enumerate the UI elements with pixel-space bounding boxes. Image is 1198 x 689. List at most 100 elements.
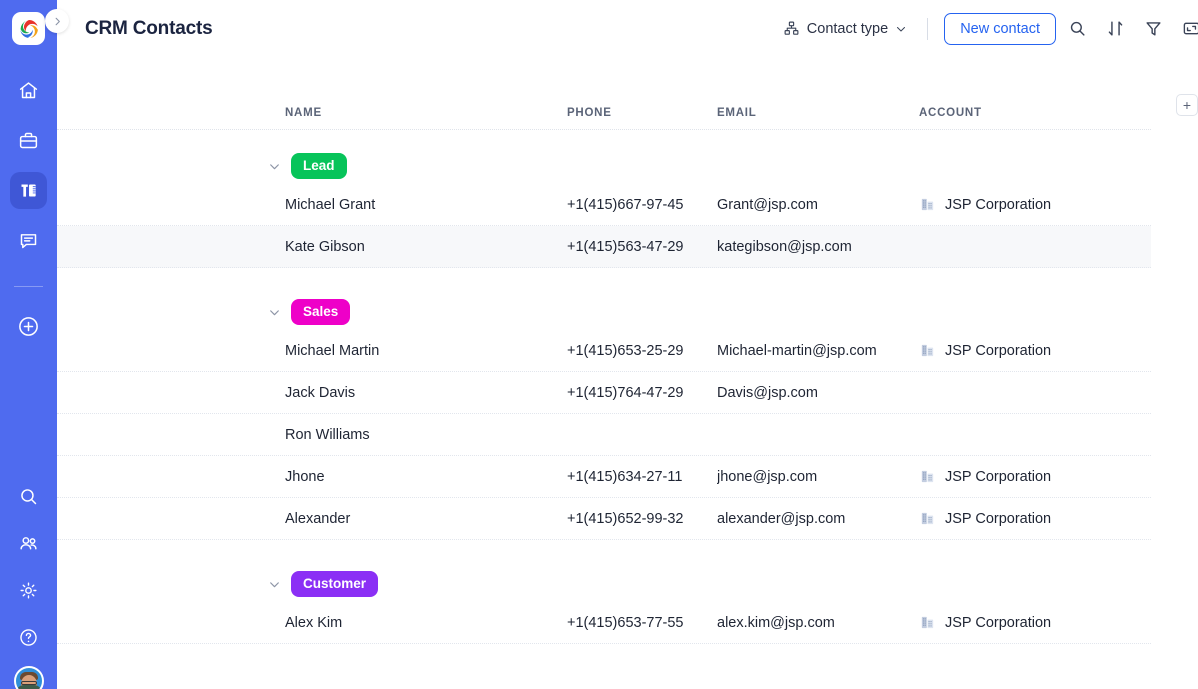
column-header-name[interactable]: NAME <box>285 107 567 119</box>
contacts-table: NAME PHONE EMAIL ACCOUNT + Lead Michael G… <box>57 94 1198 644</box>
building-icon <box>921 512 934 525</box>
search-icon <box>1070 21 1085 36</box>
cell-account: JSP Corporation <box>919 468 1143 485</box>
cell-name: Jhone <box>285 468 325 485</box>
user-avatar[interactable] <box>13 666 44 689</box>
cell-phone: +1(415)667-97-45 <box>567 196 684 213</box>
group-collapse-toggle[interactable] <box>267 577 281 591</box>
sidebar-item-home[interactable] <box>10 72 47 109</box>
sidebar-item-search[interactable] <box>10 478 47 515</box>
cell-email: alex.kim@jsp.com <box>717 614 835 631</box>
table-row[interactable]: Michael Grant +1(415)667-97-45 Grant@jsp.c… <box>57 184 1151 226</box>
group-badge[interactable]: Sales <box>291 299 351 325</box>
chevron-down-icon <box>269 581 279 587</box>
group-badge[interactable]: Lead <box>291 153 347 179</box>
cell-name: Michael Grant <box>285 196 376 213</box>
chevron-right-icon <box>55 17 60 25</box>
chevron-down-icon <box>897 26 906 31</box>
app-logo-swirl-icon <box>19 19 38 38</box>
cell-email: Grant@jsp.com <box>717 196 818 213</box>
tools-icon <box>21 184 36 197</box>
cell-name: Jack Davis <box>285 384 356 401</box>
account-label: JSP Corporation <box>945 196 1052 213</box>
gear-icon <box>20 582 37 599</box>
chat-icon <box>20 234 37 249</box>
sidebar-item-settings[interactable] <box>10 572 47 609</box>
group-badge[interactable]: Customer <box>291 571 379 597</box>
table-row[interactable]: Alex Kim +1(415)653-77-55 alex.kim@jsp.com… <box>57 602 1151 644</box>
sort-button[interactable] <box>1098 12 1132 46</box>
main-content: CRM Contacts Contact type New contact NA… <box>57 0 1198 689</box>
contact-type-label: Contact type <box>806 20 889 37</box>
filter-button[interactable] <box>1136 12 1170 46</box>
cell-account: JSP Corporation <box>919 510 1143 527</box>
people-icon <box>20 537 37 550</box>
cell-account: JSP Corporation <box>919 614 1143 631</box>
group-collapse-toggle[interactable] <box>267 159 281 173</box>
table-row[interactable]: Ron Williams <box>57 414 1151 456</box>
cell-email: Davis@jsp.com <box>717 384 818 401</box>
home-icon <box>19 82 38 99</box>
sidebar-item-contacts[interactable] <box>10 525 47 562</box>
cell-phone: +1(415)653-25-29 <box>567 342 684 359</box>
sidebar-item-tools[interactable] <box>10 172 47 209</box>
table-groups: Lead Michael Grant +1(415)667-97-45 Grant@j… <box>57 130 1198 644</box>
group-collapse-toggle[interactable] <box>267 305 281 319</box>
cell-email: kategibson@jsp.com <box>717 238 852 255</box>
sidebar-item-create[interactable] <box>10 308 47 345</box>
sidebar-collapse-button[interactable] <box>45 9 69 33</box>
sidebar-item-workspace[interactable] <box>10 122 47 159</box>
table-row[interactable]: Kate Gibson +1(415)563-47-29 kategibson@js… <box>57 226 1151 268</box>
briefcase-icon <box>19 132 38 149</box>
building-icon <box>921 470 934 483</box>
sort-icon <box>1108 21 1122 36</box>
table-row[interactable]: Michael Martin +1(415)653-25-29 Michael-ma… <box>57 330 1151 372</box>
account-label: JSP Corporation <box>945 614 1052 631</box>
top-bar-actions: Contact type New contact <box>779 12 1198 46</box>
cell-name: Ron Williams <box>285 426 370 443</box>
sidebar-nav-top <box>10 72 47 345</box>
column-header-phone[interactable]: PHONE <box>567 107 717 119</box>
toolbar-divider <box>927 17 929 40</box>
sidebar-item-help[interactable] <box>10 619 47 656</box>
column-header-email[interactable]: EMAIL <box>717 107 919 119</box>
table-header-row: NAME PHONE EMAIL ACCOUNT + <box>57 94 1198 130</box>
contact-group: Lead Michael Grant +1(415)667-97-45 Grant@j… <box>57 130 1198 268</box>
filter-icon <box>1145 22 1161 36</box>
contact-type-dropdown[interactable]: Contact type <box>779 14 911 43</box>
avatar-body <box>15 685 42 689</box>
chevron-down-icon <box>269 309 279 315</box>
new-contact-button[interactable]: New contact <box>944 12 1056 45</box>
table-row[interactable]: Jack Davis +1(415)764-47-29 Davis@jsp.com <box>57 372 1151 414</box>
cell-phone: +1(415)563-47-29 <box>567 238 684 255</box>
page-title: CRM Contacts <box>85 17 213 39</box>
sidebar-item-chat[interactable] <box>10 222 47 259</box>
search-button[interactable] <box>1060 12 1094 46</box>
app-logo[interactable] <box>12 12 45 45</box>
search-icon <box>21 489 37 505</box>
cell-phone: +1(415)764-47-29 <box>567 384 684 401</box>
table-row[interactable]: Jhone +1(415)634-27-11 jhone@jsp.com JSP Co… <box>57 456 1151 498</box>
cell-account: JSP Corporation <box>919 196 1143 213</box>
cell-name: Alexander <box>285 510 351 527</box>
sidebar-divider <box>14 286 43 287</box>
table-row[interactable]: Alexander +1(415)652-99-32 alexander@jsp.c… <box>57 498 1151 540</box>
account-label: JSP Corporation <box>945 510 1052 527</box>
expand-button[interactable] <box>1174 12 1198 46</box>
chevron-down-icon <box>269 163 279 169</box>
building-icon <box>921 616 934 629</box>
add-column-button[interactable]: + <box>1176 94 1198 116</box>
column-header-account[interactable]: ACCOUNT <box>919 107 1143 119</box>
top-bar: CRM Contacts Contact type New contact <box>57 0 1198 57</box>
sidebar <box>0 0 57 689</box>
cell-email: alexander@jsp.com <box>717 510 846 527</box>
sidebar-nav-bottom <box>0 478 57 689</box>
app-root: CRM Contacts Contact type New contact NA… <box>0 0 1198 689</box>
cell-name: Michael Martin <box>285 342 380 359</box>
group-header: Customer <box>57 566 1198 602</box>
group-header: Lead <box>57 148 1198 184</box>
cell-name: Kate Gibson <box>285 238 365 255</box>
